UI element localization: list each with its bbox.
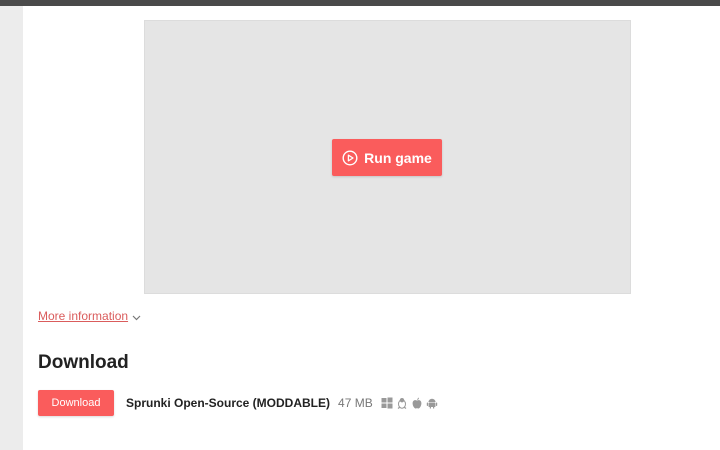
run-game-button[interactable]: Run game bbox=[332, 139, 442, 176]
download-section-title: Download bbox=[38, 352, 129, 373]
linux-icon bbox=[396, 397, 408, 409]
file-name: Sprunki Open-Source (MODDABLE) bbox=[126, 396, 331, 410]
download-row: Download Sprunki Open-Source (MODDABLE) … bbox=[38, 390, 438, 416]
platform-icons bbox=[381, 397, 438, 409]
android-icon bbox=[426, 397, 438, 409]
windows-icon bbox=[381, 397, 393, 409]
more-information-link[interactable]: More information bbox=[38, 309, 128, 323]
download-button[interactable]: Download bbox=[38, 390, 114, 416]
play-circle-icon bbox=[342, 149, 358, 166]
left-gutter bbox=[0, 6, 23, 450]
run-game-label: Run game bbox=[364, 149, 432, 166]
chevron-down-icon bbox=[132, 312, 141, 321]
more-information-toggle[interactable]: More information bbox=[38, 309, 141, 323]
file-size: 47 MB bbox=[338, 396, 373, 410]
apple-icon bbox=[411, 397, 423, 409]
top-bar bbox=[0, 0, 720, 6]
